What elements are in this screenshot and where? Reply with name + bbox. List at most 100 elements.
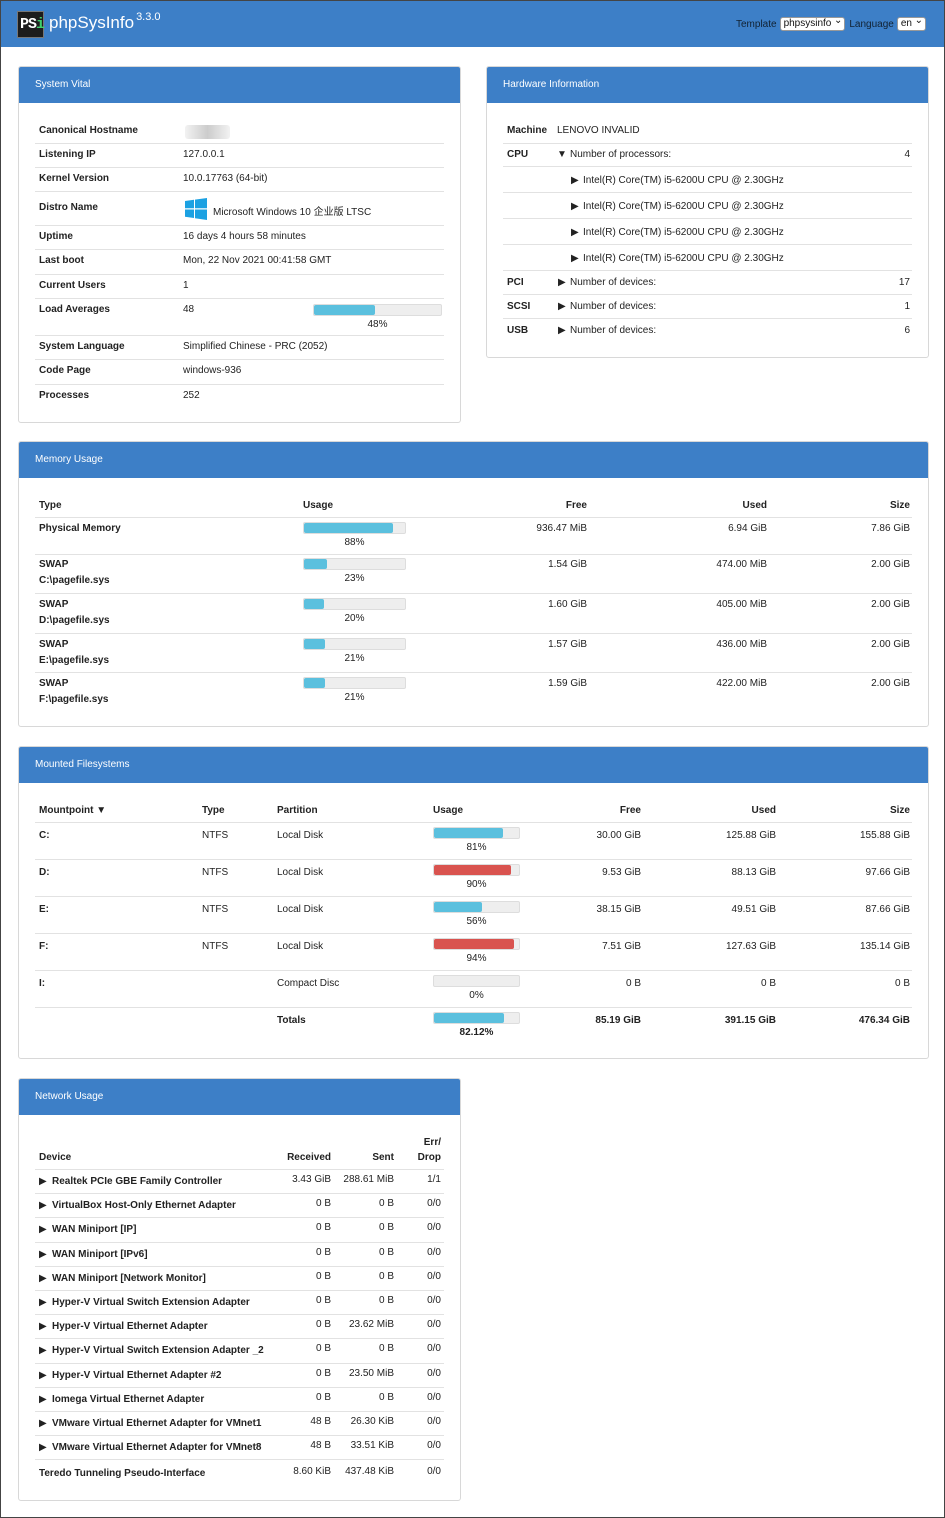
memory-subtype: C:\pagefile.sys	[39, 575, 110, 586]
hostname-redacted	[185, 125, 230, 139]
expand-arrow-icon[interactable]: ▶	[571, 253, 579, 264]
fs-row[interactable]: D: NTFS Local Disk 90% 9.53 GiB 88.13 GiB 97.6…	[35, 860, 912, 897]
col-used: Used	[742, 500, 767, 511]
expand-arrow-icon[interactable]: ▶	[39, 1442, 47, 1453]
network-row[interactable]: ▶ WAN Miniport [Network Monitor] 0 B 0 B 0/0	[35, 1267, 444, 1291]
network-row[interactable]: ▶ Iomega Virtual Ethernet Adapter 0 B 0 B 0/…	[35, 1388, 444, 1412]
expand-arrow-icon[interactable]: ▶	[558, 325, 566, 336]
bus-row-scsi[interactable]: SCSI ▶ Number of devices: 1	[503, 295, 912, 319]
network-err-drop: 0/0	[427, 1222, 441, 1234]
fs-row[interactable]: F: NTFS Local Disk 94% 7.51 GiB 127.63 GiB 135…	[35, 934, 912, 971]
memory-used: 474.00 MiB	[716, 559, 767, 570]
network-sent: 26.30 KiB	[350, 1416, 394, 1427]
col-free: Free	[565, 500, 587, 511]
expand-arrow-icon[interactable]: ▶	[571, 175, 579, 186]
bus-row-pci[interactable]: PCI ▶ Number of devices: 17	[503, 271, 912, 295]
network-row[interactable]: ▶ Hyper-V Virtual Ethernet Adapter #2 0 B 2…	[35, 1364, 444, 1388]
col-free[interactable]: Free	[620, 805, 641, 816]
network-err-drop: 0/0	[427, 1198, 441, 1210]
network-row[interactable]: ▶ WAN Miniport [IP] 0 B 0 B 0/0	[35, 1218, 444, 1243]
col-usage[interactable]: Usage	[433, 805, 463, 816]
network-row[interactable]: ▶ WAN Miniport [IPv6] 0 B 0 B 0/0	[35, 1243, 444, 1267]
col-size[interactable]: Size	[890, 805, 910, 816]
vital-value: Mon, 22 Nov 2021 00:41:58 GMT	[183, 255, 332, 266]
expand-arrow-icon[interactable]: ▶	[39, 1200, 47, 1211]
fs-progress-bar	[433, 864, 520, 876]
expand-arrow-icon[interactable]: ▶	[39, 1394, 47, 1405]
cpu-row[interactable]: CPU ▼ Number of processors: 4	[503, 144, 912, 167]
expand-arrow-icon[interactable]: ▶	[39, 1176, 47, 1187]
fs-size: 0 B	[894, 978, 910, 989]
fs-type: NTFS	[202, 904, 229, 915]
fs-partition: Local Disk	[277, 904, 324, 915]
fs-free: 85.19 GiB	[595, 1015, 641, 1026]
expand-arrow-icon[interactable]: ▶	[39, 1418, 47, 1429]
network-device: Realtek PCIe GBE Family Controller	[52, 1176, 223, 1187]
network-row[interactable]: ▶ Hyper-V Virtual Switch Extension Adapte…	[35, 1339, 444, 1364]
network-device: Teredo Tunneling Pseudo-Interface	[39, 1468, 206, 1480]
memory-row: SWAP F:\pagefile.sys 21% 1.59 GiB 422.00 MiB…	[35, 673, 912, 713]
expand-arrow-icon[interactable]: ▶	[39, 1297, 47, 1308]
expand-arrow-icon[interactable]: ▶	[39, 1321, 47, 1332]
expand-arrow-icon[interactable]: ▶	[558, 301, 566, 312]
fs-row[interactable]: C: NTFS Local Disk 81% 30.00 GiB 125.88 GiB 15…	[35, 823, 912, 860]
cpu-core-row[interactable]: ▶ Intel(R) Core(TM) i5-6200U CPU @ 2.30GH…	[503, 193, 912, 219]
network-row[interactable]: ▶ Hyper-V Virtual Switch Extension Adapte…	[35, 1291, 444, 1316]
expand-arrow-icon[interactable]: ▶	[39, 1273, 47, 1284]
network-received: 0 B	[315, 1367, 331, 1379]
vital-row: Code Page windows-936	[35, 360, 444, 385]
expand-arrow-icon[interactable]: ▶	[571, 227, 579, 238]
network-row[interactable]: ▶ VMware Virtual Ethernet Adapter for VMn…	[35, 1412, 444, 1437]
app-logo[interactable]: PSi	[17, 11, 45, 38]
template-select[interactable]: phpsysinfo	[779, 15, 846, 31]
memory-used: 405.00 MiB	[716, 599, 767, 610]
col-partition[interactable]: Partition	[277, 805, 318, 816]
network-device: WAN Miniport [IPv6]	[52, 1248, 148, 1260]
network-row[interactable]: ▶ VMware Virtual Ethernet Adapter for VMn…	[35, 1436, 444, 1461]
network-row[interactable]: ▶ Hyper-V Virtual Ethernet Adapter 0 B 23.6…	[35, 1315, 444, 1340]
expand-arrow-icon[interactable]: ▶	[558, 277, 566, 288]
network-device: VirtualBox Host-Only Ethernet Adapter	[52, 1200, 236, 1212]
network-row[interactable]: ▶ VirtualBox Host-Only Ethernet Adapter 0 …	[35, 1194, 444, 1219]
network-err-drop: 0/0	[427, 1343, 441, 1355]
network-err-drop: 0/0	[427, 1466, 441, 1478]
cpu-expand-icon[interactable]: ▼	[557, 149, 567, 160]
vital-label: Distro Name	[39, 202, 98, 213]
network-received: 48 B	[310, 1440, 331, 1452]
language-select[interactable]: en	[896, 15, 926, 31]
col-type[interactable]: Type	[202, 805, 225, 816]
fs-partition: Local Disk	[277, 867, 324, 878]
fs-totals-row: Totals 82.12% 85.19 GiB 391.15 GiB 476.34 Gi…	[35, 1008, 912, 1045]
vital-row: Listening IP 127.0.0.1	[35, 144, 444, 168]
fs-header-row: Mountpoint ▼ Type Partition Usage Free U…	[35, 800, 912, 823]
col-device: Device	[39, 1152, 72, 1163]
fs-percent: 94%	[466, 953, 487, 964]
network-received: 0 B	[315, 1391, 331, 1403]
expand-arrow-icon[interactable]: ▶	[39, 1224, 47, 1235]
network-row[interactable]: ▶ Realtek PCIe GBE Family Controller 3.43 …	[35, 1170, 444, 1195]
memory-percent: 21%	[344, 692, 365, 703]
memory-free: 1.59 GiB	[548, 678, 587, 689]
expand-arrow-icon[interactable]: ▶	[571, 201, 579, 212]
col-mountpoint[interactable]: Mountpoint ▼	[39, 805, 106, 816]
fs-percent: 82.12%	[459, 1027, 494, 1038]
fs-partition: Local Disk	[277, 830, 324, 841]
fs-used: 0 B	[760, 978, 776, 989]
expand-arrow-icon[interactable]: ▶	[39, 1249, 47, 1260]
col-used[interactable]: Used	[752, 805, 776, 816]
fs-row[interactable]: I: Compact Disc 0% 0 B 0 B 0 B	[35, 971, 912, 1008]
expand-arrow-icon[interactable]: ▶	[39, 1345, 47, 1356]
memory-free: 936.47 MiB	[536, 523, 587, 534]
fs-row[interactable]: E: NTFS Local Disk 56% 38.15 GiB 49.51 GiB 87.…	[35, 897, 912, 934]
vital-row: Canonical Hostname	[35, 120, 444, 144]
fs-totals-label: Totals	[277, 1015, 306, 1026]
expand-arrow-icon[interactable]: ▶	[39, 1370, 47, 1381]
memory-subtype: E:\pagefile.sys	[39, 655, 110, 666]
cpu-core-row[interactable]: ▶ Intel(R) Core(TM) i5-6200U CPU @ 2.30GH…	[503, 219, 912, 245]
cpu-core-row[interactable]: ▶ Intel(R) Core(TM) i5-6200U CPU @ 2.30GH…	[503, 167, 912, 193]
bus-row-usb[interactable]: USB ▶ Number of devices: 6	[503, 319, 912, 343]
cpu-core-row[interactable]: ▶ Intel(R) Core(TM) i5-6200U CPU @ 2.30GH…	[503, 245, 912, 271]
memory-percent: 23%	[344, 573, 365, 584]
hardware-panel: Hardware Information Machine LENOVO INVA…	[486, 66, 929, 358]
fs-free: 9.53 GiB	[602, 867, 641, 878]
